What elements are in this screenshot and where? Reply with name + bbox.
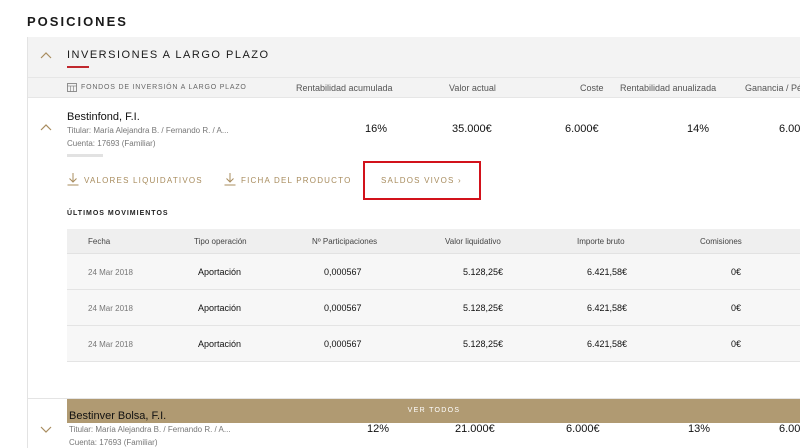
movement-row[interactable]: 24 Mar 2018 Aportación 0,000567 5.128,25… xyxy=(67,326,800,362)
page-title: POSICIONES xyxy=(27,14,128,29)
movement-fecha: 24 Mar 2018 xyxy=(88,268,133,277)
movements-header-comisiones: Comisiones xyxy=(700,237,742,246)
movements-header-participaciones: Nº Participaciones xyxy=(312,237,378,246)
column-header-rentabilidad-acumulada[interactable]: Rentabilidad acumulada xyxy=(296,83,393,93)
movement-importe-bruto: 6.421,58€ xyxy=(587,303,628,313)
column-header-valor-actual[interactable]: Valor actual xyxy=(449,83,496,93)
movement-valor-liquidativo: 5.128,25€ xyxy=(463,267,504,277)
fund-coste: 6.000€ xyxy=(566,423,600,435)
movement-tipo: Aportación xyxy=(198,303,242,313)
ver-todos-button[interactable]: VER TODOS xyxy=(67,399,800,423)
download-icon xyxy=(224,173,236,186)
calculator-icon xyxy=(67,83,77,92)
column-header-coste[interactable]: Coste xyxy=(580,83,604,93)
ficha-producto-label: FICHA DEL PRODUCTO xyxy=(241,176,352,185)
movement-comisiones: 0€ xyxy=(731,339,742,349)
valores-liquidativos-label: VALORES LIQUIDATIVOS xyxy=(84,176,203,185)
fund-divider xyxy=(28,398,800,399)
fund-ganancia: 6.00 xyxy=(779,423,800,435)
movement-tipo: Aportación xyxy=(198,339,242,349)
movement-tipo: Aportación xyxy=(198,267,242,277)
movement-valor-liquidativo: 5.128,25€ xyxy=(463,339,504,349)
movement-participaciones: 0,000567 xyxy=(324,267,362,277)
movement-valor-liquidativo: 5.128,25€ xyxy=(463,303,504,313)
section-title: INVERSIONES A LARGO PLAZO xyxy=(67,49,270,61)
movement-comisiones: 0€ xyxy=(731,267,742,277)
download-icon xyxy=(67,173,79,186)
movement-comisiones: 0€ xyxy=(731,303,742,313)
fund-underbar xyxy=(67,154,103,157)
section-header[interactable]: INVERSIONES A LARGO PLAZO xyxy=(28,37,800,78)
chevron-down-icon[interactable] xyxy=(40,423,52,435)
movement-participaciones: 0,000567 xyxy=(324,339,362,349)
movement-importe-bruto: 6.421,58€ xyxy=(587,339,628,349)
fund-rentabilidad-anualizada: 14% xyxy=(687,123,710,135)
movement-row[interactable]: 24 Mar 2018 Aportación 0,000567 5.128,25… xyxy=(67,254,800,290)
saldos-vivos-link[interactable]: SALDOS VIVOS › xyxy=(381,176,462,185)
fund-name[interactable]: Bestinfond, F.I. xyxy=(67,111,140,123)
fund-cuenta: Cuenta: 17693 (Familiar) xyxy=(69,438,158,447)
section-underline xyxy=(67,66,89,68)
movement-participaciones: 0,000567 xyxy=(324,303,362,313)
fund-titular: Titular: María Alejandra B. / Fernando R… xyxy=(67,126,229,135)
fund-rentabilidad-acumulada: 16% xyxy=(365,123,388,135)
movement-fecha: 24 Mar 2018 xyxy=(88,304,133,313)
movements-header-valor-liquidativo: Valor liquidativo xyxy=(445,237,501,246)
movements-header-tipo: Tipo operación xyxy=(194,237,247,246)
fund-coste: 6.000€ xyxy=(565,123,599,135)
fund-rentabilidad-acumulada: 12% xyxy=(367,423,390,435)
fund-valor-actual: 35.000€ xyxy=(452,123,492,135)
fund-rentabilidad-anualizada: 13% xyxy=(688,423,711,435)
movement-fecha: 24 Mar 2018 xyxy=(88,340,133,349)
fund-valor-actual: 21.000€ xyxy=(455,423,495,435)
fund-titular: Titular: María Alejandra B. / Fernando R… xyxy=(69,425,231,434)
column-header-row: FONDOS DE INVERSIÓN A LARGO PLAZO Rentab… xyxy=(28,78,800,98)
column-header-category: FONDOS DE INVERSIÓN A LARGO PLAZO xyxy=(81,84,247,91)
column-header-rentabilidad-anualizada[interactable]: Rentabilidad anualizada xyxy=(620,83,716,93)
movement-importe-bruto: 6.421,58€ xyxy=(587,267,628,277)
movements-header-fecha: Fecha xyxy=(88,237,111,246)
column-header-ganancia[interactable]: Ganancia / Pér xyxy=(745,83,800,93)
fund-ganancia: 6.00 xyxy=(779,123,800,135)
chevron-up-icon[interactable] xyxy=(40,50,52,62)
chevron-up-icon[interactable] xyxy=(40,122,52,134)
fund-name[interactable]: Bestinver Bolsa, F.I. xyxy=(69,410,166,422)
movement-row[interactable]: 24 Mar 2018 Aportación 0,000567 5.128,25… xyxy=(67,290,800,326)
fund-cuenta: Cuenta: 17693 (Familiar) xyxy=(67,139,156,148)
movements-table-header: Fecha Tipo operación Nº Participaciones … xyxy=(67,229,800,254)
movements-title: ÚLTIMOS MOVIMIENTOS xyxy=(67,210,169,217)
positions-panel: INVERSIONES A LARGO PLAZO FONDOS DE INVE… xyxy=(27,37,800,448)
movements-header-importe-bruto: Importe bruto xyxy=(577,237,625,246)
